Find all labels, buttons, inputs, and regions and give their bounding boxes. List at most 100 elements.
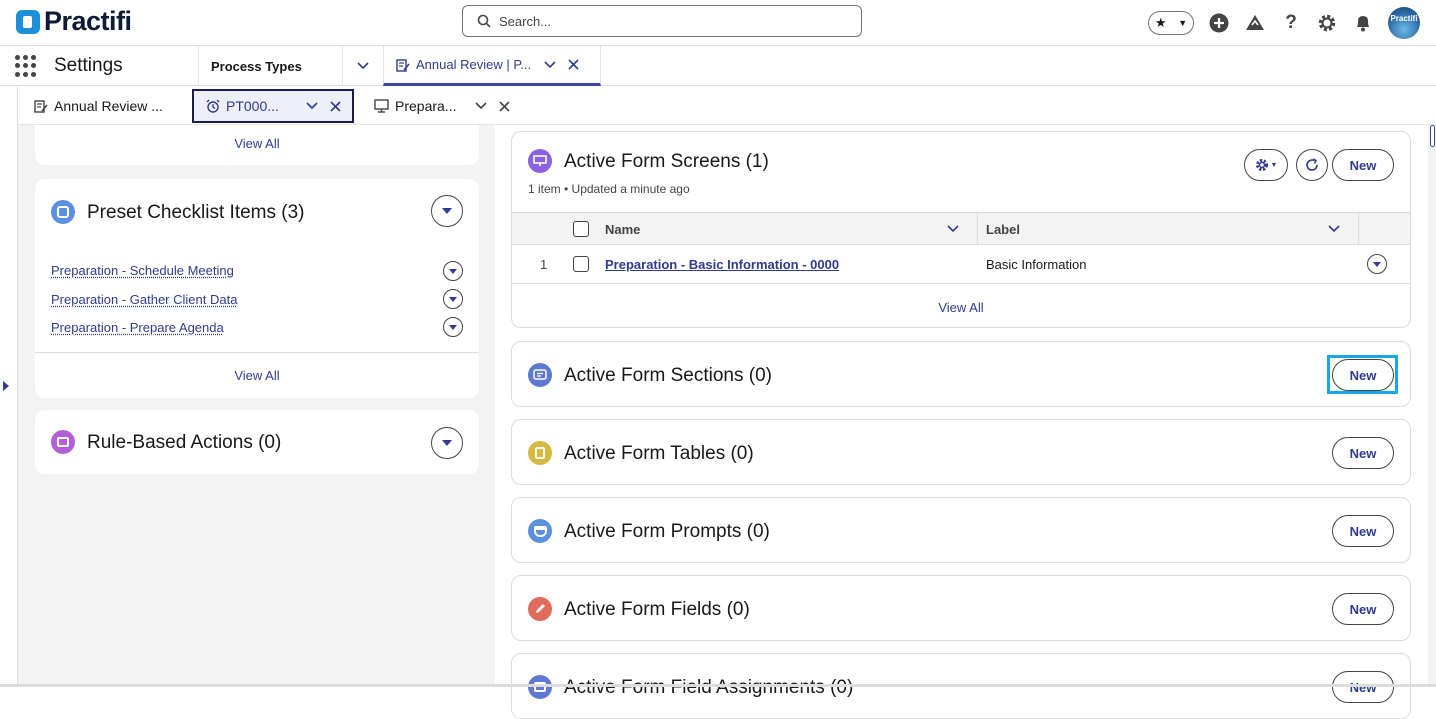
new-button[interactable]: New — [1332, 437, 1394, 469]
column-header-name[interactable]: Name — [605, 222, 640, 237]
nav-item-process-types[interactable]: Process Types — [198, 46, 342, 86]
column-header-label[interactable]: Label — [986, 222, 1020, 237]
active-form-tables-card: Active Form Tables (0) New — [511, 419, 1411, 485]
card-title[interactable]: Active Form Screens (1) — [564, 151, 769, 173]
checklist-item-link[interactable]: Preparation - Prepare Agenda — [51, 320, 224, 335]
card-title[interactable]: Active Form Sections (0) — [564, 365, 772, 387]
active-form-fields-card: Active Form Fields (0) New — [511, 575, 1411, 641]
user-avatar[interactable]: Practifi — [1388, 7, 1420, 39]
app-nav-bar: Settings Process Types Annual Review | P… — [0, 46, 1436, 86]
search-icon — [477, 14, 491, 28]
card-title[interactable]: Preset Checklist Items (3) — [87, 202, 305, 224]
workspace-subtabs: Annual Review ... PT000... Prepara... — [18, 87, 1436, 125]
view-all-link[interactable]: View All — [35, 136, 479, 151]
close-icon[interactable] — [568, 59, 579, 70]
app-name: Settings — [54, 55, 123, 76]
star-icon: ★ — [1154, 15, 1167, 30]
new-button[interactable]: New — [1332, 149, 1394, 181]
active-form-prompts-card: Active Form Prompts (0) New — [511, 497, 1411, 563]
subtab-pt000[interactable]: PT000... — [192, 89, 354, 123]
card-title[interactable]: Rule-Based Actions (0) — [87, 432, 281, 454]
chevron-down-icon — [356, 62, 369, 70]
checklist-item-link[interactable]: Preparation - Gather Client Data — [51, 292, 237, 307]
card-title[interactable]: Active Form Prompts (0) — [564, 521, 770, 543]
form-prompts-icon — [528, 519, 552, 543]
card-actions-dropdown[interactable] — [431, 195, 463, 227]
global-add-icon[interactable] — [1208, 12, 1230, 34]
left-related-column: View All Preset Checklist Items (3) Prep… — [18, 125, 495, 687]
scrollbar[interactable] — [1428, 125, 1436, 687]
nav-tab-annual-review[interactable]: Annual Review | P... — [383, 46, 601, 86]
new-button[interactable]: New — [1332, 671, 1394, 703]
card-actions-dropdown[interactable] — [431, 427, 463, 459]
practifi-logo[interactable]: Practifi — [16, 6, 132, 37]
chevron-down-icon: ▼ — [1270, 161, 1278, 169]
chevron-down-icon: ▼ — [1178, 18, 1188, 28]
app-launcher-icon[interactable] — [15, 55, 37, 77]
table-header: Name Label — [512, 213, 1410, 245]
divider — [35, 352, 479, 353]
card-title[interactable]: Active Form Tables (0) — [564, 443, 754, 465]
help-icon[interactable]: ? — [1280, 12, 1302, 34]
desktop-icon — [374, 99, 389, 113]
card-subtitle: 1 item • Updated a minute ago — [528, 182, 690, 196]
logo-icon — [16, 9, 40, 34]
setup-gear-icon[interactable] — [1316, 12, 1338, 34]
record-edit-icon — [34, 100, 48, 113]
list-settings-button[interactable]: ▼ — [1244, 149, 1288, 181]
record-label: Basic Information — [986, 257, 1087, 272]
rule-based-actions-card: Rule-Based Actions (0) — [35, 410, 479, 474]
card-title[interactable]: Active Form Field Assignments (0) — [564, 677, 853, 699]
global-header: Practifi Search... ★ ▼ ? Practifi — [0, 0, 1436, 46]
subtab-preparation[interactable]: Prepara... — [374, 89, 510, 123]
table-row[interactable]: 1 Preparation - Basic Information - 0000… — [512, 245, 1410, 283]
rule-actions-icon — [51, 430, 75, 454]
form-screens-table: Name Label 1 Preparation - Basic Informa… — [512, 212, 1410, 284]
chevron-down-icon[interactable] — [947, 225, 959, 233]
select-all-checkbox[interactable] — [573, 221, 589, 237]
record-name-link[interactable]: Preparation - Basic Information - 0000 — [605, 257, 839, 272]
row-actions-dropdown[interactable] — [443, 289, 463, 309]
chevron-down-icon[interactable] — [306, 102, 318, 110]
row-number: 1 — [540, 257, 548, 272]
right-related-column: Active Form Screens (1) 1 item • Updated… — [495, 125, 1428, 719]
row-actions-dropdown[interactable] — [443, 261, 463, 281]
view-all-link[interactable]: View All — [512, 300, 1410, 315]
global-search-input[interactable]: Search... — [462, 5, 862, 37]
form-field-assignments-icon — [528, 675, 552, 699]
checklist-item-link[interactable]: Preparation - Schedule Meeting — [51, 263, 234, 278]
chevron-down-icon[interactable] — [1328, 225, 1340, 233]
row-actions-dropdown[interactable] — [443, 317, 463, 337]
close-icon[interactable] — [499, 100, 510, 112]
row-actions-dropdown[interactable] — [1367, 254, 1387, 274]
nav-process-types-dropdown[interactable] — [342, 46, 382, 86]
new-button[interactable]: New — [1332, 593, 1394, 625]
column-divider — [1358, 213, 1359, 245]
checklist-icon — [51, 200, 75, 224]
row-checkbox[interactable] — [573, 256, 589, 272]
notifications-bell-icon[interactable] — [1352, 12, 1374, 34]
previous-card-footer: View All — [35, 125, 479, 165]
preset-checklist-card: Preset Checklist Items (3) Preparation -… — [35, 179, 479, 398]
form-fields-icon — [528, 597, 552, 621]
gear-icon — [1255, 159, 1268, 171]
active-form-sections-card: Active Form Sections (0) New — [511, 341, 1411, 407]
view-all-link[interactable]: View All — [35, 368, 479, 383]
form-tables-icon — [528, 441, 552, 465]
new-button[interactable]: New — [1332, 515, 1394, 547]
subtab-annual-review[interactable]: Annual Review ... — [34, 89, 163, 123]
record-edit-icon — [396, 58, 410, 72]
card-title[interactable]: Active Form Fields (0) — [564, 599, 750, 621]
focus-highlight — [1327, 355, 1398, 394]
favorites-button[interactable]: ★ ▼ — [1148, 11, 1194, 35]
close-icon[interactable] — [330, 100, 341, 112]
utility-sidebar-toggle[interactable] — [0, 87, 18, 687]
refresh-icon — [1306, 158, 1318, 171]
chevron-down-icon[interactable] — [475, 102, 487, 110]
trailhead-icon[interactable] — [1244, 12, 1266, 34]
form-sections-icon — [528, 363, 552, 387]
chevron-down-icon[interactable] — [544, 60, 556, 69]
active-form-screens-card: Active Form Screens (1) 1 item • Updated… — [511, 131, 1411, 328]
column-divider — [977, 213, 978, 245]
refresh-button[interactable] — [1296, 149, 1328, 181]
